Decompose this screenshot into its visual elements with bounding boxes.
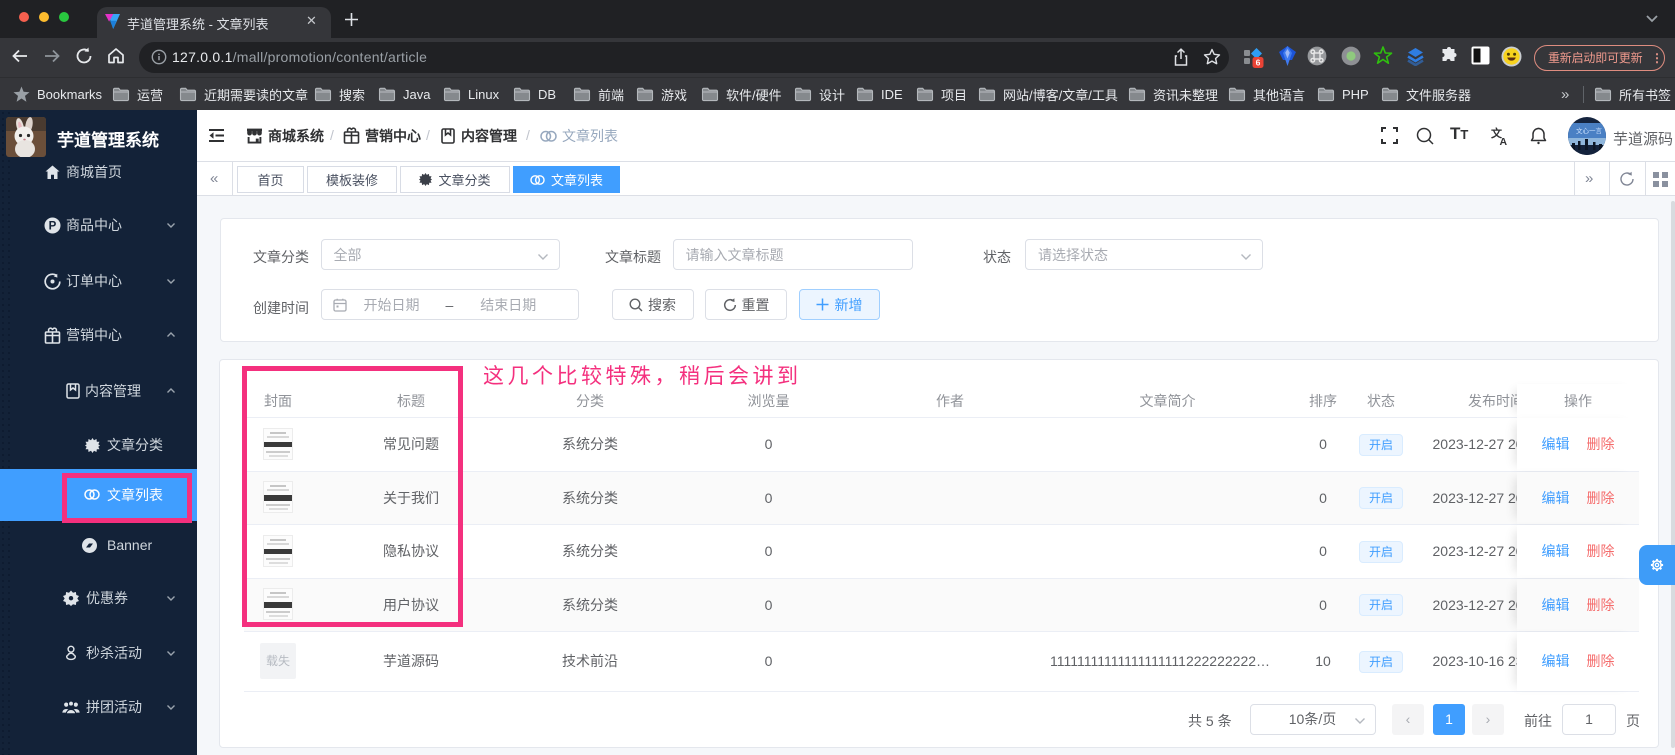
svg-text:P: P [49,220,57,232]
svg-text:6: 6 [1256,58,1261,68]
svg-text:A: A [1500,136,1508,146]
svg-text:文心一言: 文心一言 [1576,126,1603,135]
